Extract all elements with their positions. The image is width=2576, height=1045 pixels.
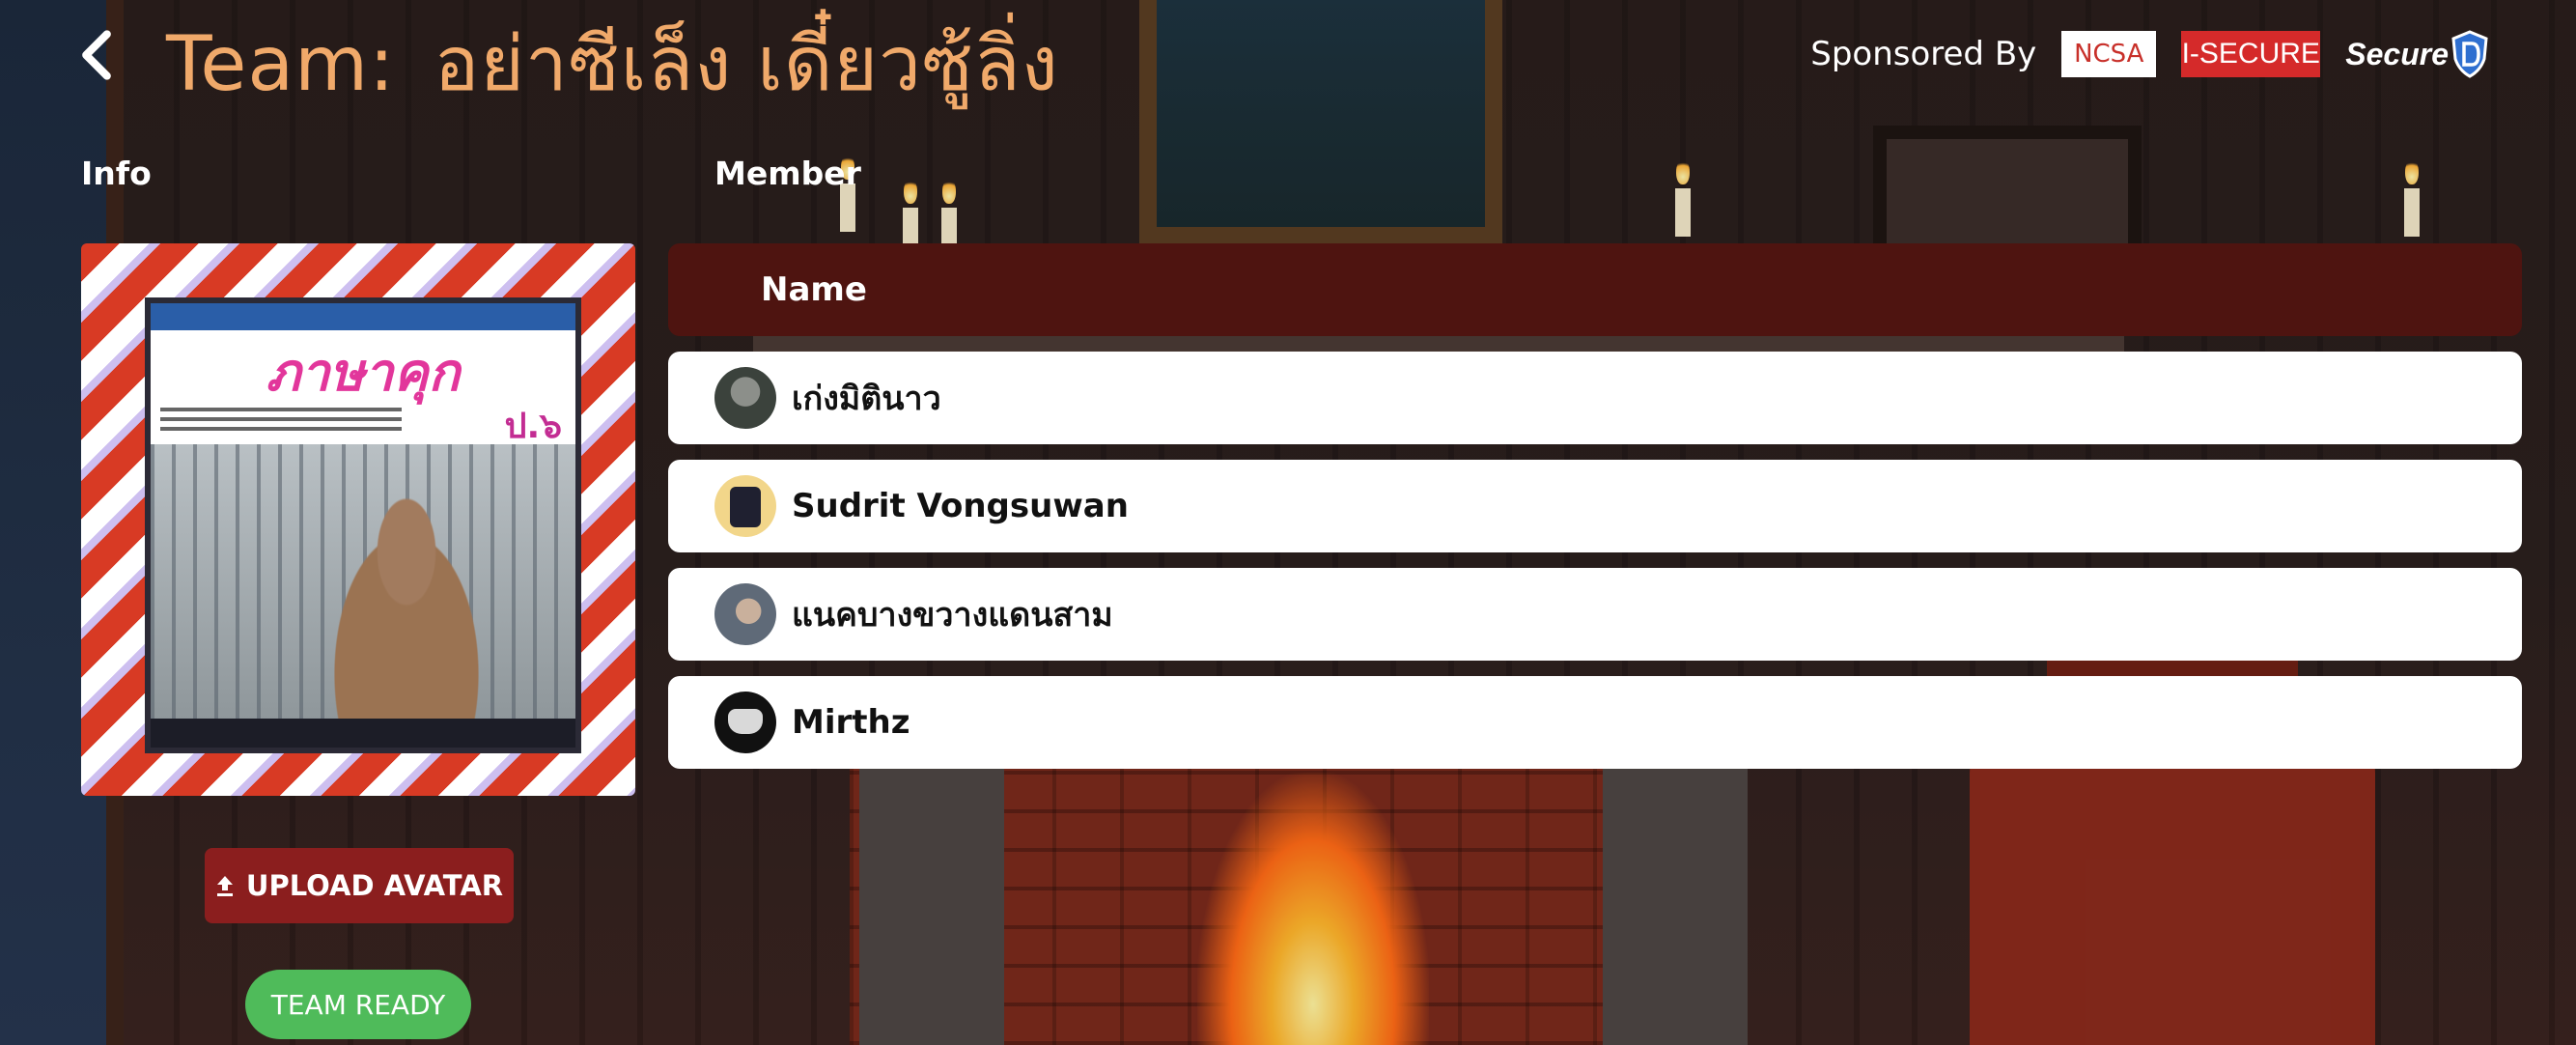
member-avatar [714,367,776,429]
member-row[interactable]: Sudrit Vongsuwan [668,460,2522,552]
member-table-header: Name [668,243,2522,336]
book-cover-band [151,303,575,330]
title-prefix: Team: [166,21,396,108]
member-avatar [714,583,776,645]
upload-avatar-button[interactable]: UPLOAD AVATAR [205,848,514,923]
team-avatar-frame: ภาษาคุก ป.๖ [81,243,635,796]
book-cover-subtitle-lines [160,408,402,437]
team-avatar: ภาษาคุก ป.๖ [145,297,581,753]
member-avatar [714,692,776,753]
member-heading: Member [714,155,861,192]
name-column-header: Name [761,270,867,309]
member-name: Sudrit Vongsuwan [792,487,1129,525]
member-row[interactable]: Mirthz [668,676,2522,769]
upload-icon [216,876,233,896]
team-ready-button[interactable]: TEAM READY [245,970,471,1039]
ncsa-logo: NCSA [2061,31,2157,77]
avatar-bottom-strip [151,719,575,748]
shield-icon [2451,30,2488,78]
back-button[interactable] [73,29,120,81]
chevron-left-icon [82,30,111,80]
isecure-logo: I-SECURE [2181,31,2321,77]
member-name: Mirthz [792,703,910,742]
sponsor-bar: Sponsored By NCSA I-SECURE Secure [1810,27,2489,81]
upload-avatar-label: UPLOAD AVATAR [245,869,504,902]
team-ready-label: TEAM READY [270,988,446,1021]
member-name: เก่งมิตินาว [792,380,941,418]
avatar-person [315,496,498,719]
page-title: Team: อย่าซีเล็ง เดี๋ยวซู้ลิ่ง [166,4,1059,124]
book-cover-header: ภาษาคุก ป.๖ [151,330,575,446]
member-avatar [714,475,776,537]
team-name: อย่าซีเล็ง เดี๋ยวซู้ลิ่ง [434,21,1059,108]
member-row[interactable]: เก่งมิตินาว [668,352,2522,444]
member-row[interactable]: แนคบางขวางแดนสาม [668,568,2522,661]
sponsor-label: Sponsored By [1810,35,2037,73]
member-name: แนคบางขวางแดนสาม [792,596,1113,635]
secured-logo: Secure [2345,27,2489,81]
info-heading: Info [81,155,152,192]
